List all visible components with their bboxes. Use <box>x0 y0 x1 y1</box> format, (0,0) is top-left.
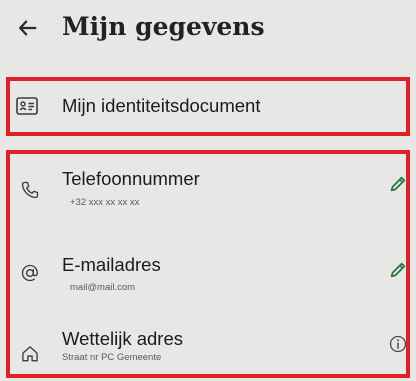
contact-highlight-box: Telefoonnummer +32 xxx xx xx xx E-mailad… <box>6 150 410 378</box>
email-value: mail@mail.com <box>70 282 136 293</box>
edit-phone-button[interactable] <box>386 172 410 196</box>
identity-document-label: Mijn identiteitsdocument <box>62 95 261 116</box>
phone-label: Telefoonnummer <box>62 168 200 189</box>
header: Mijn gegevens <box>0 0 416 64</box>
info-icon <box>389 335 407 353</box>
list-item-email[interactable]: E-mailadres mail@mail.com <box>10 240 406 306</box>
edit-email-button[interactable] <box>386 258 410 282</box>
identity-document-item[interactable]: Mijn identiteitsdocument <box>10 81 406 132</box>
phone-value: +32 xxx xx xx xx <box>70 197 140 208</box>
pencil-icon <box>390 176 406 192</box>
email-label: E-mailadres <box>62 254 161 275</box>
identity-highlight-box: Mijn identiteitsdocument <box>6 77 410 136</box>
address-info-button[interactable] <box>386 332 410 356</box>
home-icon <box>18 342 42 366</box>
page-title: Mijn gegevens <box>62 12 265 41</box>
address-value: Straat nr PC Gemeente <box>62 352 162 363</box>
list-item-address[interactable]: Wettelijk adres Straat nr PC Gemeente <box>10 318 407 374</box>
id-card-icon <box>14 94 40 118</box>
list-item-phone[interactable]: Telefoonnummer +32 xxx xx xx xx <box>10 154 406 230</box>
at-sign-icon <box>18 261 42 285</box>
arrow-left-icon <box>19 20 37 36</box>
pencil-icon <box>390 262 406 278</box>
phone-icon <box>18 178 42 202</box>
address-label: Wettelijk adres <box>62 328 183 349</box>
back-button[interactable] <box>14 14 42 42</box>
